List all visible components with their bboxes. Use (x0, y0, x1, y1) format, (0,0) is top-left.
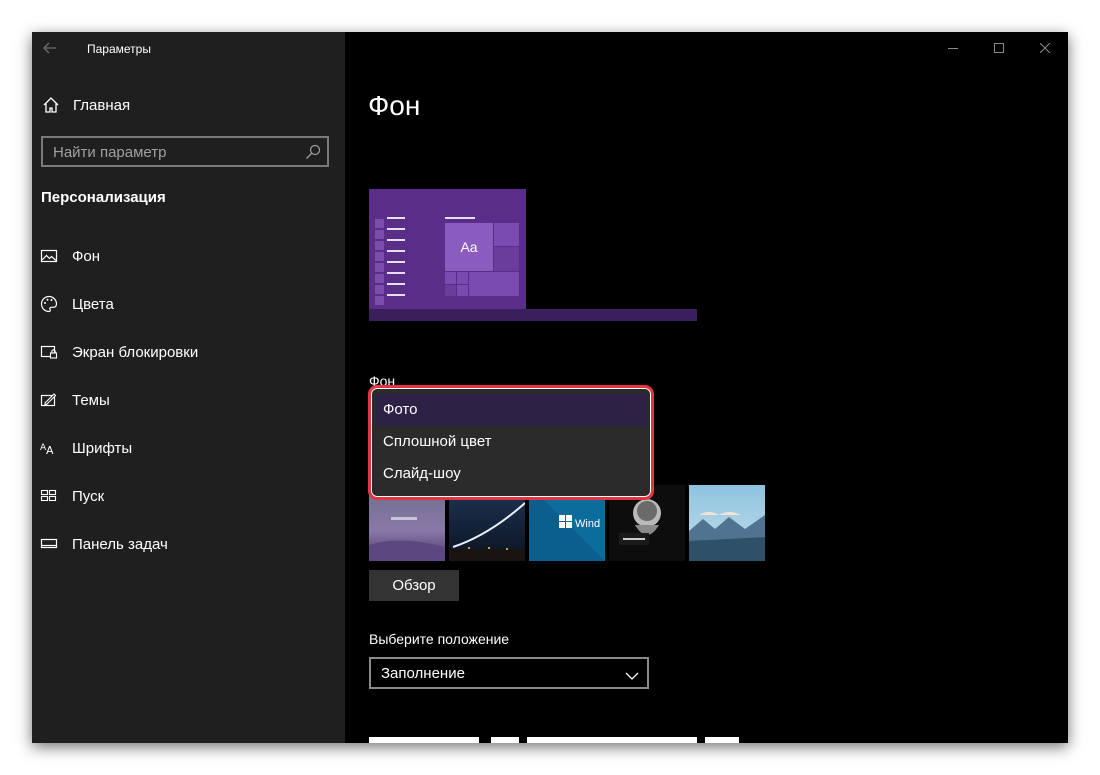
fonts-icon: AA (40, 439, 58, 457)
preview-tile (494, 223, 519, 246)
taskbar-icon (40, 535, 58, 553)
sidebar-item-taskbar[interactable]: Панель задач (32, 525, 345, 565)
preview-menu-lines (387, 217, 405, 307)
app-title: Параметры (87, 42, 151, 56)
browse-button[interactable]: Обзор (369, 570, 459, 601)
preview-tile (457, 272, 468, 284)
preview-tile (494, 247, 519, 271)
sidebar-item-label: Пуск (72, 488, 105, 505)
preview-header-line (445, 217, 475, 219)
sidebar-item-fonts[interactable]: AA Шрифты (32, 429, 345, 469)
palette-icon (40, 295, 58, 313)
sidebar-item-label: Темы (72, 392, 110, 409)
recent-image-thumbnail[interactable] (689, 485, 765, 561)
lock-screen-icon (40, 343, 58, 361)
sidebar-item-themes[interactable]: Темы (32, 381, 345, 421)
sidebar-item-label: Цвета (72, 296, 114, 313)
dropdown-option-photo[interactable]: Фото (375, 394, 647, 426)
dropdown-option-slideshow[interactable]: Слайд-шоу (375, 458, 647, 490)
sidebar-item-colors[interactable]: Цвета (32, 285, 345, 325)
preview-menu-blocks (375, 219, 384, 307)
search-placeholder: Найти параметр (53, 144, 167, 161)
position-select[interactable]: Заполнение (369, 657, 649, 689)
chevron-down-icon (625, 668, 639, 680)
sidebar-item-home[interactable]: Главная (32, 90, 345, 122)
position-value: Заполнение (381, 665, 465, 682)
position-label: Выберите положение (369, 631, 510, 647)
picture-icon (40, 247, 58, 265)
sidebar-item-label: Шрифты (72, 440, 133, 457)
home-label: Главная (73, 97, 131, 114)
close-button[interactable] (1022, 32, 1068, 64)
theme-preview: Aa (369, 189, 697, 321)
preview-tile (469, 272, 519, 296)
main-content: Фон Aa Фон Wind Фото Сплошной цвет Слайд… (345, 32, 1068, 743)
preview-tile (445, 285, 456, 296)
themes-icon (40, 391, 58, 409)
clipped-heading (369, 734, 749, 743)
sidebar-item-start[interactable]: Пуск (32, 477, 345, 517)
svg-text:Wind: Wind (575, 518, 600, 530)
sidebar-item-label: Экран блокировки (72, 344, 199, 361)
search-input[interactable]: Найти параметр (41, 136, 329, 167)
preview-tile-aa: Aa (445, 223, 493, 271)
home-icon (42, 96, 60, 114)
maximize-button[interactable] (976, 32, 1022, 64)
svg-text:A: A (46, 444, 54, 457)
preview-taskbar (369, 309, 697, 321)
background-type-dropdown[interactable]: Фото Сплошной цвет Слайд-шоу (368, 385, 654, 500)
preview-tile (445, 272, 456, 284)
sidebar-item-lock-screen[interactable]: Экран блокировки (32, 333, 345, 373)
search-icon[interactable] (305, 144, 321, 160)
page-title: Фон (368, 90, 421, 121)
title-bar: Параметры (32, 32, 345, 64)
sidebar-item-label: Фон (72, 248, 101, 265)
sidebar-item-background[interactable]: Фон (32, 237, 345, 277)
sidebar: Параметры Главная Найти параметр Персона… (32, 32, 345, 743)
settings-window: Параметры Главная Найти параметр Персона… (32, 32, 1068, 743)
window-controls (930, 32, 1068, 64)
minimize-button[interactable] (930, 32, 976, 64)
preview-tile (457, 285, 468, 296)
sidebar-item-label: Панель задач (72, 536, 168, 553)
back-arrow-icon[interactable] (40, 38, 60, 58)
section-title: Персонализация (41, 189, 166, 206)
dropdown-option-solid-color[interactable]: Сплошной цвет (375, 426, 647, 458)
start-icon (40, 487, 58, 505)
